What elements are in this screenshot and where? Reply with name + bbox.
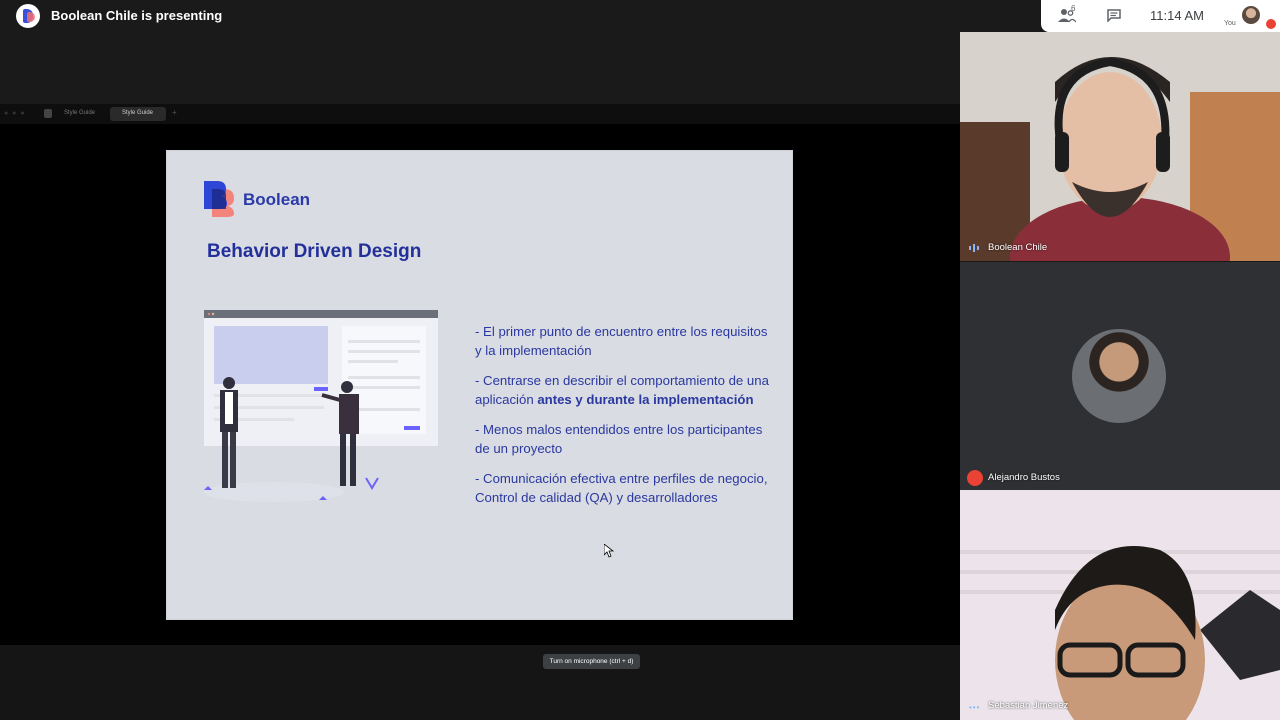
- chat-icon[interactable]: [1107, 9, 1121, 22]
- boolean-logo-icon: [23, 9, 35, 23]
- participant-count: 6: [1071, 4, 1076, 13]
- bullet-item: - Menos malos entendidos entre los parti…: [475, 422, 763, 456]
- participant-avatar: [1072, 329, 1166, 423]
- participant-name: Boolean Chile: [988, 242, 1048, 253]
- participant-name: Alejandro Bustos: [988, 472, 1060, 483]
- new-tab-icon: +: [172, 108, 177, 117]
- top-bar: Boolean Chile is presenting: [0, 0, 960, 32]
- brand-name: Boolean: [243, 190, 311, 209]
- more-options-icon[interactable]: •••: [969, 703, 980, 712]
- shared-browser-tabs: ● ● ● Style Guide Style Guide +: [0, 104, 960, 124]
- presentation-slide: Boolean Behavior Driven Design - El prim…: [166, 150, 793, 620]
- clock-time: 11:14 AM: [1150, 8, 1204, 23]
- participant-tile[interactable]: ••• Sebastian Jimenez: [960, 490, 1280, 720]
- mouse-pointer-icon: [604, 544, 614, 558]
- bullet-emphasis: antes y durante la implementación: [537, 391, 754, 407]
- self-muted-icon: [1266, 19, 1276, 29]
- browser-tab-label: Style Guide: [122, 110, 154, 116]
- bullet-item: - Centrarse en describir el comportamien…: [475, 372, 775, 409]
- bullet-item: - Comunicación efectiva entre perfiles d…: [475, 471, 768, 505]
- browser-tab-active: Style Guide: [110, 107, 166, 121]
- window-controls-icon: ● ● ●: [4, 110, 26, 117]
- call-info-panel: 6 11:14 AM You: [1041, 0, 1280, 32]
- favicon-icon: [44, 109, 52, 118]
- self-label: You: [1224, 20, 1236, 27]
- bottom-bar: [0, 645, 960, 720]
- self-avatar[interactable]: [1242, 6, 1260, 24]
- bullet-list: - El primer punto de encuentro entre los…: [475, 323, 775, 519]
- video-feed: [960, 32, 1280, 261]
- participant-tile[interactable]: Alejandro Bustos: [960, 262, 1280, 490]
- participant-tile[interactable]: Boolean Chile: [960, 32, 1280, 261]
- team-illustration: [204, 310, 438, 502]
- mic-off-icon: [967, 470, 983, 486]
- bullet-item: - El primer punto de encuentro entre los…: [475, 324, 768, 358]
- boolean-brand-icon: [204, 181, 234, 217]
- browser-tab: Style Guide: [64, 110, 96, 116]
- presenter-avatar: [16, 4, 40, 28]
- speaking-indicator-icon: [969, 244, 979, 252]
- video-feed: [960, 490, 1280, 720]
- presenting-status: Boolean Chile is presenting: [51, 8, 223, 23]
- slide-title: Behavior Driven Design: [207, 241, 422, 262]
- microphone-tooltip: Turn on microphone (ctrl + d): [543, 654, 640, 669]
- participant-name: Sebastian Jimenez: [988, 700, 1069, 711]
